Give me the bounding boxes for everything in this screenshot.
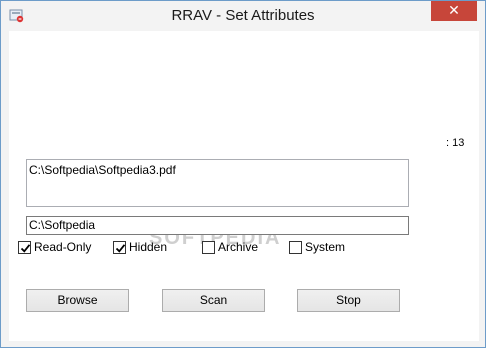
archive-label: Archive [218, 240, 259, 254]
client-area: : 13 C:\Softpedia\Softpedia3.pdf SOFTPED… [9, 31, 479, 341]
app-window: RRAV - Set Attributes ✕ : 13 C:\Softpedi… [0, 0, 486, 348]
close-button[interactable]: ✕ [431, 1, 477, 21]
file-counter: : 13 [446, 137, 465, 149]
checkmark-icon [115, 243, 126, 253]
browse-button[interactable]: Browse [26, 289, 129, 312]
system-checkbox-box[interactable] [289, 240, 302, 254]
system-label: System [305, 240, 346, 254]
hidden-checkbox[interactable]: Hidden [113, 239, 167, 255]
read-only-checkbox[interactable]: Read-Only [18, 239, 91, 255]
system-checkbox[interactable]: System [289, 239, 345, 255]
archive-checkbox-box[interactable] [202, 240, 215, 254]
window-title: RRAV - Set Attributes [171, 7, 315, 24]
title-bar[interactable]: RRAV - Set Attributes ✕ [1, 1, 485, 31]
file-path-list[interactable]: C:\Softpedia\Softpedia3.pdf [26, 159, 409, 207]
hidden-checkbox-box[interactable] [113, 240, 126, 254]
list-item[interactable]: C:\Softpedia\Softpedia3.pdf [29, 163, 406, 177]
hidden-label: Hidden [129, 240, 168, 254]
read-only-label: Read-Only [34, 240, 92, 254]
read-only-checkbox-box[interactable] [18, 240, 31, 254]
checkmark-icon [20, 243, 31, 253]
scan-button[interactable]: Scan [162, 289, 265, 312]
close-icon: ✕ [448, 2, 460, 18]
stop-button[interactable]: Stop [297, 289, 400, 312]
archive-checkbox[interactable]: Archive [202, 239, 258, 255]
folder-path-input[interactable]: C:\Softpedia [26, 216, 409, 235]
